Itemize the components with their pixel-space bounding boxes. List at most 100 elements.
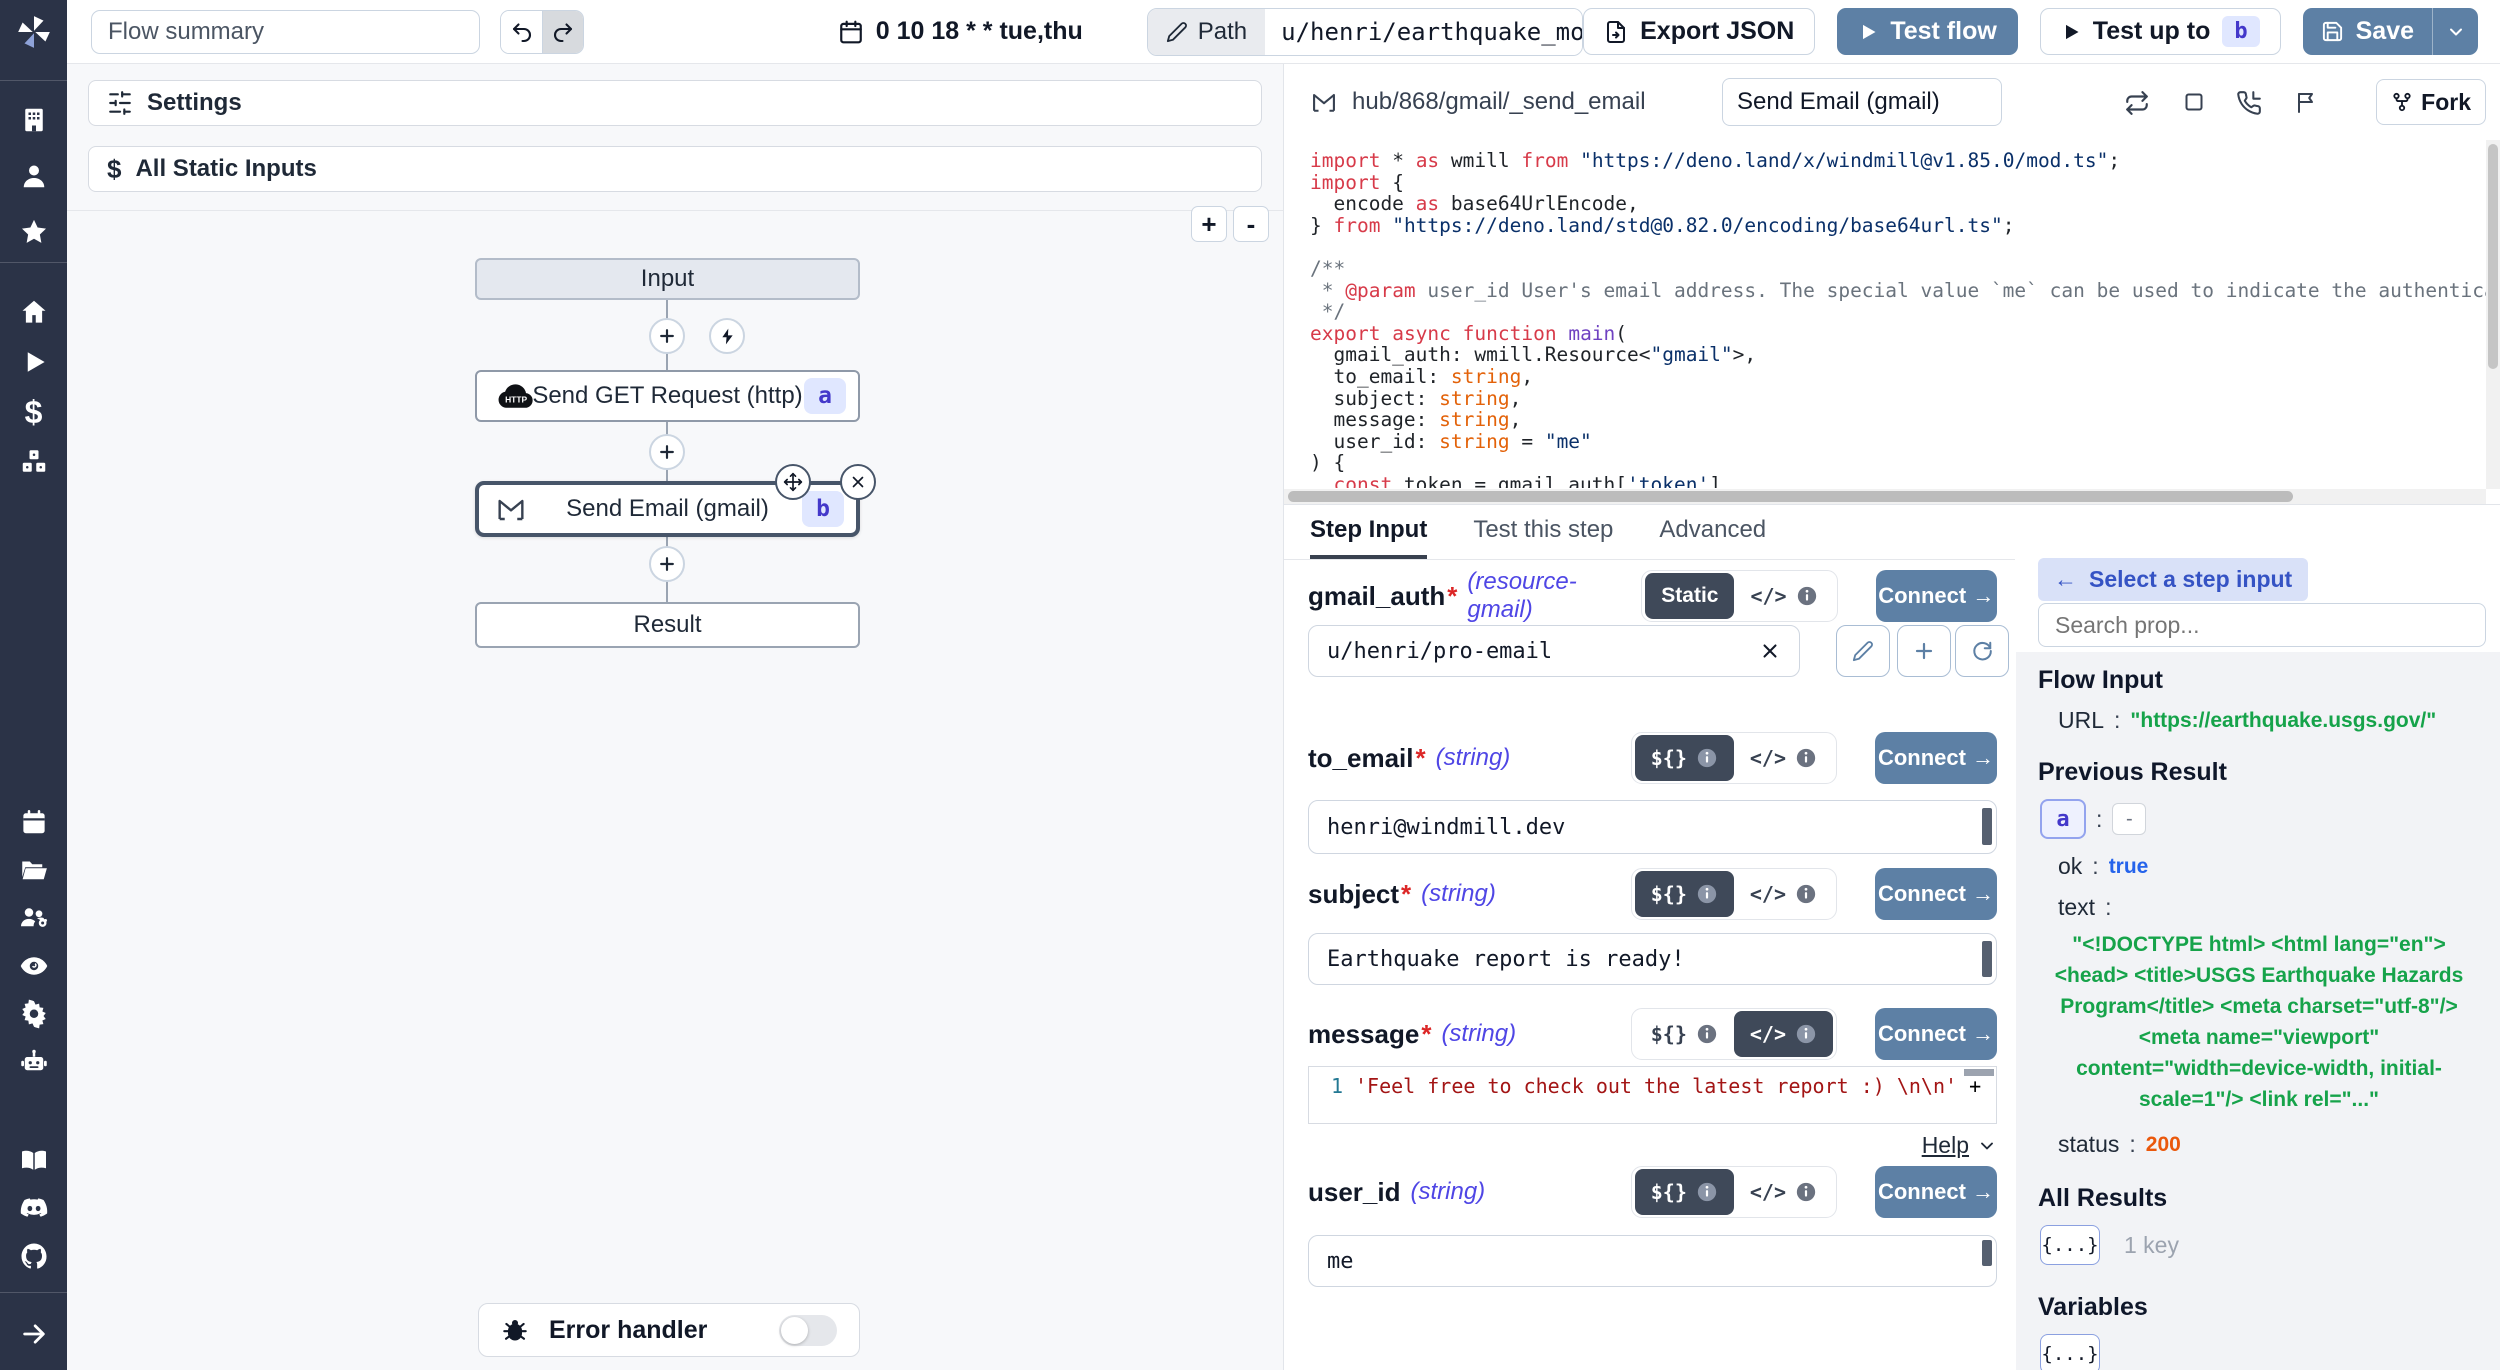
docs-book-icon[interactable]	[0, 1138, 67, 1182]
runs-play-icon[interactable]	[0, 340, 67, 384]
gmail-icon	[1310, 88, 1338, 116]
tab-advanced[interactable]: Advanced	[1659, 505, 1766, 559]
add-step-button[interactable]	[649, 318, 685, 354]
test-up-to-label: Test up to	[2093, 17, 2211, 46]
tab-step-input[interactable]: Step Input	[1310, 505, 1427, 559]
to-email-input[interactable]: henri@windmill.dev	[1308, 800, 1997, 854]
path-edit-button[interactable]: Path	[1148, 9, 1265, 55]
test-flow-button[interactable]: Test flow	[1837, 8, 2017, 55]
subject-input[interactable]: Earthquake report is ready!	[1308, 933, 1997, 985]
scrollbar-thumb[interactable]	[2488, 144, 2498, 369]
mode-javascript[interactable]: </>	[1734, 1169, 1833, 1215]
close-icon	[849, 473, 867, 491]
mode-javascript[interactable]: </>	[1734, 573, 1833, 619]
edit-resource-button[interactable]	[1836, 625, 1890, 677]
text-row[interactable]: text :	[2038, 894, 2478, 921]
user-id-input[interactable]: me	[1308, 1235, 1997, 1287]
flag-button[interactable]	[2294, 90, 2318, 114]
mode-javascript[interactable]: </>	[1734, 1011, 1833, 1057]
move-node-button[interactable]	[775, 464, 811, 500]
undo-button[interactable]	[501, 11, 542, 53]
gmail-auth-input[interactable]: u/henri/pro-email	[1308, 625, 1800, 677]
mode-javascript[interactable]: </>	[1734, 735, 1833, 781]
user-id-value: me	[1327, 1249, 1354, 1274]
status-row[interactable]: status : 200	[2038, 1131, 2478, 1158]
workspace-building-icon[interactable]	[0, 98, 67, 142]
discord-icon[interactable]	[0, 1186, 67, 1230]
arrow-left-icon: ←	[2054, 566, 2077, 593]
redo-button[interactable]	[542, 11, 583, 53]
select-step-input-button[interactable]: ← Select a step input	[2038, 558, 2308, 601]
scrollbar-thumb[interactable]	[1288, 491, 2293, 502]
flow-input-url-row[interactable]: URL : "https://earthquake.usgs.gov/"	[2038, 707, 2478, 734]
audit-eye-icon[interactable]	[0, 944, 67, 988]
resources-boxes-icon[interactable]	[0, 440, 67, 484]
error-handler-toggle[interactable]	[779, 1315, 837, 1346]
connect-button[interactable]: Connect →	[1875, 1166, 1997, 1218]
step-name-input[interactable]	[1722, 78, 2002, 126]
input-mode-toggle: ${} </>	[1631, 1008, 1837, 1060]
flow-input-title: Flow Input	[2038, 666, 2478, 695]
refresh-resource-button[interactable]	[1955, 625, 2009, 677]
folders-icon[interactable]	[0, 848, 67, 892]
prop-search-input[interactable]	[2038, 603, 2486, 647]
save-menu-button[interactable]	[2432, 8, 2478, 55]
all-results-object-chip[interactable]: {...}	[2040, 1225, 2100, 1265]
workers-robot-icon[interactable]	[0, 1040, 67, 1084]
groups-users-settings-icon[interactable]	[0, 896, 67, 940]
favorites-star-icon[interactable]	[0, 210, 67, 254]
settings-gear-icon[interactable]	[0, 992, 67, 1036]
node-result[interactable]: Result	[475, 602, 860, 648]
mode-template[interactable]: ${}	[1635, 871, 1734, 917]
call-button[interactable]	[2236, 90, 2262, 116]
add-trigger-button[interactable]	[709, 318, 745, 354]
delete-node-button[interactable]	[840, 464, 876, 500]
connect-button[interactable]: Connect →	[1875, 732, 1997, 784]
schedules-calendar-icon[interactable]	[0, 800, 67, 844]
ok-row[interactable]: ok : true	[2038, 853, 2478, 880]
help-link[interactable]: Help	[1922, 1132, 1969, 1159]
all-static-inputs-button[interactable]: $ All Static Inputs	[88, 146, 1262, 192]
clear-resource-button[interactable]	[1759, 640, 1781, 662]
path-chip[interactable]: Path u/henri/earthquake_monitorin	[1147, 8, 1583, 56]
connect-button[interactable]: Connect →	[1876, 570, 1997, 622]
home-icon[interactable]	[0, 290, 67, 334]
tab-test-this-step[interactable]: Test this step	[1473, 505, 1613, 559]
flag-icon	[2294, 90, 2318, 114]
mode-template[interactable]: ${}	[1635, 1169, 1734, 1215]
variables-object-chip[interactable]: {...}	[2040, 1334, 2100, 1370]
swap-step-button[interactable]	[2124, 90, 2150, 116]
add-step-button[interactable]	[649, 434, 685, 470]
node-input[interactable]: Input	[475, 258, 860, 300]
node-send-get-request[interactable]: HTTP Send GET Request (http) a	[475, 370, 860, 422]
connect-button[interactable]: Connect →	[1875, 1008, 1997, 1060]
export-json-label: Export JSON	[1640, 17, 1794, 46]
box-button[interactable]	[2182, 90, 2206, 114]
mode-static[interactable]: Static	[1645, 573, 1734, 619]
message-code-editor[interactable]: 1 'Feel free to check out the latest rep…	[1308, 1066, 1997, 1124]
github-icon[interactable]	[0, 1234, 67, 1278]
flow-summary-input[interactable]	[91, 10, 480, 54]
edge	[666, 356, 668, 370]
collapse-button[interactable]: -	[2112, 803, 2146, 835]
zoom-in-button[interactable]: +	[1191, 206, 1227, 242]
cron-schedule[interactable]: 0 10 18 * * tue,thu	[838, 17, 1083, 46]
windmill-logo-icon[interactable]	[0, 10, 67, 54]
zoom-out-button[interactable]: -	[1233, 206, 1269, 242]
fork-button[interactable]: Fork	[2376, 79, 2486, 125]
variables-dollar-icon[interactable]: $	[0, 390, 67, 434]
user-icon[interactable]	[0, 154, 67, 198]
add-step-button[interactable]	[649, 546, 685, 582]
save-button[interactable]: Save	[2303, 8, 2432, 55]
export-json-button[interactable]: Export JSON	[1583, 8, 1815, 55]
mode-template[interactable]: ${}	[1635, 735, 1734, 781]
result-a-badge[interactable]: a	[2040, 799, 2086, 839]
code-editor[interactable]: import * as wmill from "https://deno.lan…	[1284, 140, 2486, 488]
collapse-arrow-right-icon[interactable]	[0, 1312, 67, 1356]
add-resource-button[interactable]	[1897, 625, 1951, 677]
connect-button[interactable]: Connect →	[1875, 868, 1997, 920]
test-up-to-button[interactable]: Test up to b	[2040, 8, 2281, 55]
flow-settings-button[interactable]: Settings	[88, 80, 1262, 126]
mode-javascript[interactable]: </>	[1734, 871, 1833, 917]
mode-template[interactable]: ${}	[1635, 1011, 1734, 1057]
